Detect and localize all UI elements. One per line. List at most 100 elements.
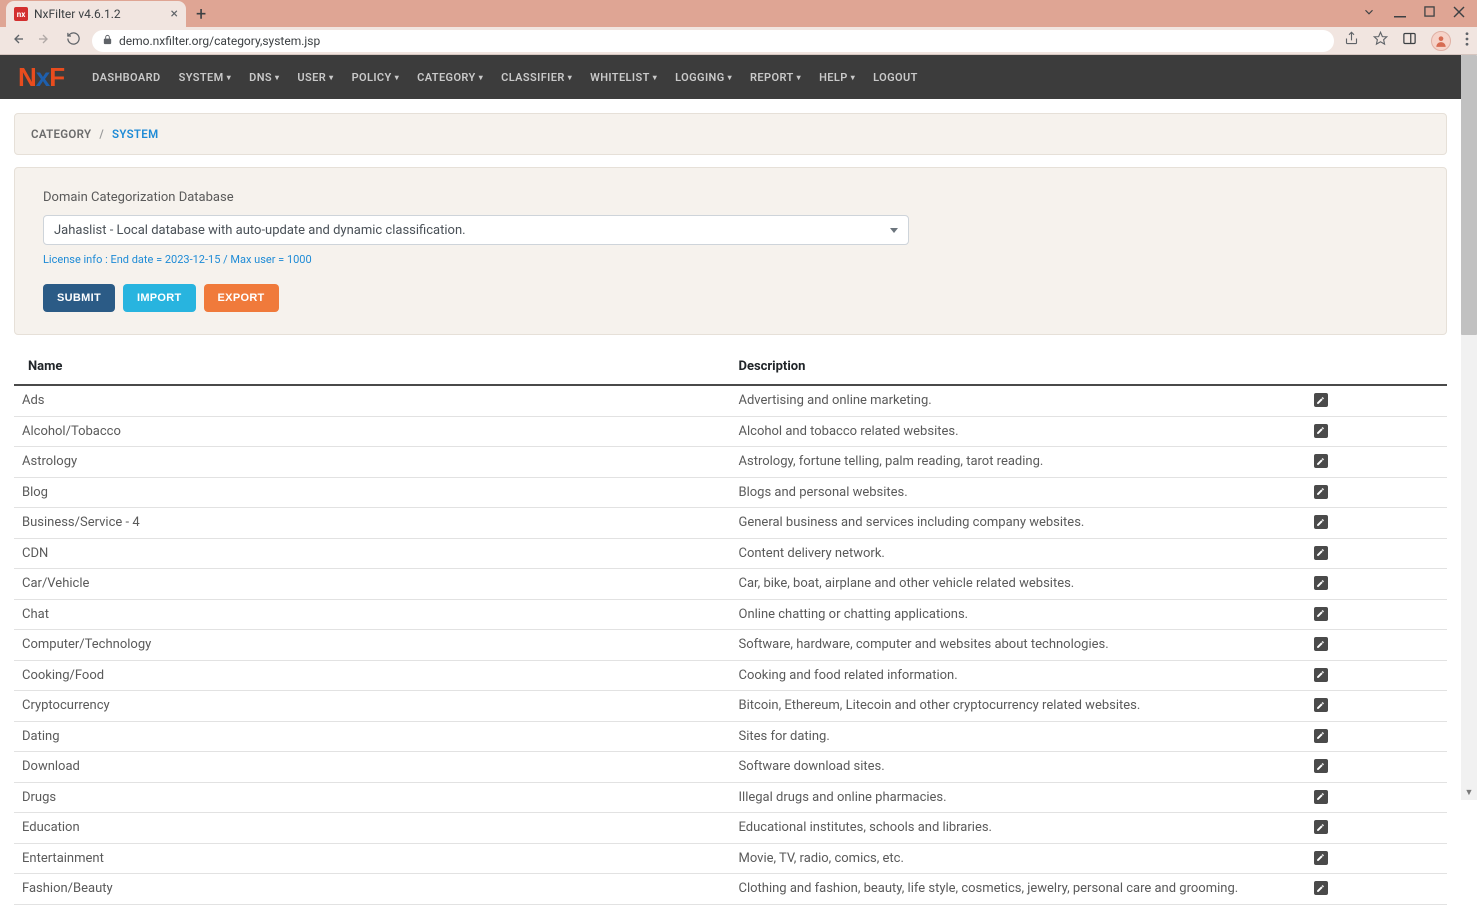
license-info-link[interactable]: License info : End date = 2023-12-15 / M… bbox=[43, 253, 1418, 266]
db-select[interactable]: Jahaslist - Local database with auto-upd… bbox=[43, 215, 909, 245]
profile-avatar[interactable] bbox=[1431, 31, 1451, 51]
cell-actions bbox=[1304, 599, 1447, 630]
edit-icon[interactable] bbox=[1314, 454, 1328, 468]
table-row: Business/Service - 4General business and… bbox=[14, 508, 1447, 539]
cell-name: Car/Vehicle bbox=[14, 569, 731, 600]
table-row: DownloadSoftware download sites. bbox=[14, 752, 1447, 783]
tab-title: NxFilter v4.6.1.2 bbox=[34, 7, 165, 21]
edit-icon[interactable] bbox=[1314, 515, 1328, 529]
nav-item-help[interactable]: HELP▾ bbox=[811, 65, 863, 90]
dropdown-caret-icon: ▾ bbox=[395, 73, 399, 82]
nav-item-dashboard[interactable]: DASHBOARD bbox=[84, 65, 168, 90]
tab-close-icon[interactable]: × bbox=[171, 6, 178, 22]
nav-item-report[interactable]: REPORT▾ bbox=[742, 65, 809, 90]
cell-name: Education bbox=[14, 813, 731, 844]
cell-name: Fashion/Beauty bbox=[14, 874, 731, 905]
cell-actions bbox=[1304, 843, 1447, 874]
edit-icon[interactable] bbox=[1314, 424, 1328, 438]
edit-icon[interactable] bbox=[1314, 607, 1328, 621]
minimize-icon[interactable] bbox=[1394, 6, 1406, 22]
cell-actions bbox=[1304, 721, 1447, 752]
scrollbar-thumb[interactable] bbox=[1461, 55, 1477, 335]
submit-button[interactable]: SUBMIT bbox=[43, 284, 115, 312]
cell-description: Astrology, fortune telling, palm reading… bbox=[731, 447, 1304, 478]
share-icon[interactable] bbox=[1344, 31, 1359, 50]
address-bar[interactable]: demo.nxfilter.org/category,system.jsp bbox=[92, 30, 1334, 52]
kebab-menu-icon[interactable] bbox=[1465, 32, 1469, 50]
import-button[interactable]: IMPORT bbox=[123, 284, 196, 312]
edit-icon[interactable] bbox=[1314, 485, 1328, 499]
th-description: Description bbox=[731, 349, 1304, 385]
cell-description: Online chatting or chatting applications… bbox=[731, 599, 1304, 630]
new-tab-button[interactable]: + bbox=[186, 1, 216, 27]
cell-description: Bitcoin, Ethereum, Litecoin and other cr… bbox=[731, 691, 1304, 722]
scroll-down-icon[interactable]: ▼ bbox=[1461, 784, 1477, 800]
nav-item-label: LOGOUT bbox=[873, 71, 918, 84]
nav-item-dns[interactable]: DNS▾ bbox=[241, 65, 287, 90]
cell-name: Entertainment bbox=[14, 843, 731, 874]
tab-favicon: nx bbox=[14, 7, 28, 21]
edit-icon[interactable] bbox=[1314, 668, 1328, 682]
reload-icon[interactable] bbox=[64, 31, 82, 50]
tab-search-icon[interactable] bbox=[1362, 5, 1376, 23]
edit-icon[interactable] bbox=[1314, 637, 1328, 651]
cell-actions bbox=[1304, 752, 1447, 783]
cell-name: Ads bbox=[14, 385, 731, 416]
nav-item-category[interactable]: CATEGORY▾ bbox=[409, 65, 491, 90]
cell-actions bbox=[1304, 813, 1447, 844]
browser-tab[interactable]: nx NxFilter v4.6.1.2 × bbox=[6, 1, 186, 27]
url-text: demo.nxfilter.org/category,system.jsp bbox=[119, 34, 320, 48]
app-logo[interactable]: NxF bbox=[18, 62, 64, 93]
edit-icon[interactable] bbox=[1314, 851, 1328, 865]
edit-icon[interactable] bbox=[1314, 576, 1328, 590]
cell-actions bbox=[1304, 630, 1447, 661]
cell-name: Dating bbox=[14, 721, 731, 752]
cell-actions bbox=[1304, 385, 1447, 416]
scrollbar[interactable]: ▼ bbox=[1461, 55, 1477, 800]
cell-name: Astrology bbox=[14, 447, 731, 478]
edit-icon[interactable] bbox=[1314, 546, 1328, 560]
browser-toolbar: demo.nxfilter.org/category,system.jsp bbox=[0, 27, 1477, 55]
cell-description: Sites for dating. bbox=[731, 721, 1304, 752]
nav-item-whitelist[interactable]: WHITELIST▾ bbox=[582, 65, 665, 90]
nav-item-policy[interactable]: POLICY▾ bbox=[344, 65, 408, 90]
dropdown-caret-icon: ▾ bbox=[227, 73, 231, 82]
maximize-icon[interactable] bbox=[1424, 6, 1435, 21]
nav-item-system[interactable]: SYSTEM▾ bbox=[171, 65, 240, 90]
nav-item-logout[interactable]: LOGOUT bbox=[865, 65, 926, 90]
cell-name: Computer/Technology bbox=[14, 630, 731, 661]
cell-description: Cooking and food related information. bbox=[731, 660, 1304, 691]
nav-item-label: POLICY bbox=[352, 71, 392, 84]
page-content: CATEGORY / SYSTEM Domain Categorization … bbox=[0, 99, 1461, 919]
nav-item-logging[interactable]: LOGGING▾ bbox=[667, 65, 740, 90]
edit-icon[interactable] bbox=[1314, 393, 1328, 407]
breadcrumb-system[interactable]: SYSTEM bbox=[112, 127, 158, 141]
edit-icon[interactable] bbox=[1314, 698, 1328, 712]
table-row: EducationEducational institutes, schools… bbox=[14, 813, 1447, 844]
edit-icon[interactable] bbox=[1314, 790, 1328, 804]
th-name: Name bbox=[14, 349, 731, 385]
side-panel-icon[interactable] bbox=[1402, 31, 1417, 50]
dropdown-caret-icon: ▾ bbox=[728, 73, 732, 82]
export-button[interactable]: EXPORT bbox=[204, 284, 279, 312]
edit-icon[interactable] bbox=[1314, 881, 1328, 895]
breadcrumb: CATEGORY / SYSTEM bbox=[14, 113, 1447, 155]
nav-item-classifier[interactable]: CLASSIFIER▾ bbox=[493, 65, 580, 90]
back-icon[interactable] bbox=[8, 31, 26, 51]
forward-icon[interactable] bbox=[36, 31, 54, 51]
table-row: DrugsIllegal drugs and online pharmacies… bbox=[14, 782, 1447, 813]
cell-description: Blogs and personal websites. bbox=[731, 477, 1304, 508]
dropdown-caret-icon: ▾ bbox=[851, 73, 855, 82]
cell-name: Cooking/Food bbox=[14, 660, 731, 691]
nav-item-label: CLASSIFIER bbox=[501, 71, 565, 84]
categories-table: Name Description AdsAdvertising and onli… bbox=[14, 349, 1447, 905]
nav-item-label: WHITELIST bbox=[590, 71, 650, 84]
bookmark-icon[interactable] bbox=[1373, 31, 1388, 50]
close-window-icon[interactable] bbox=[1453, 6, 1465, 22]
lock-icon bbox=[102, 34, 113, 48]
edit-icon[interactable] bbox=[1314, 820, 1328, 834]
edit-icon[interactable] bbox=[1314, 729, 1328, 743]
table-row: AstrologyAstrology, fortune telling, pal… bbox=[14, 447, 1447, 478]
edit-icon[interactable] bbox=[1314, 759, 1328, 773]
nav-item-user[interactable]: USER▾ bbox=[289, 65, 341, 90]
